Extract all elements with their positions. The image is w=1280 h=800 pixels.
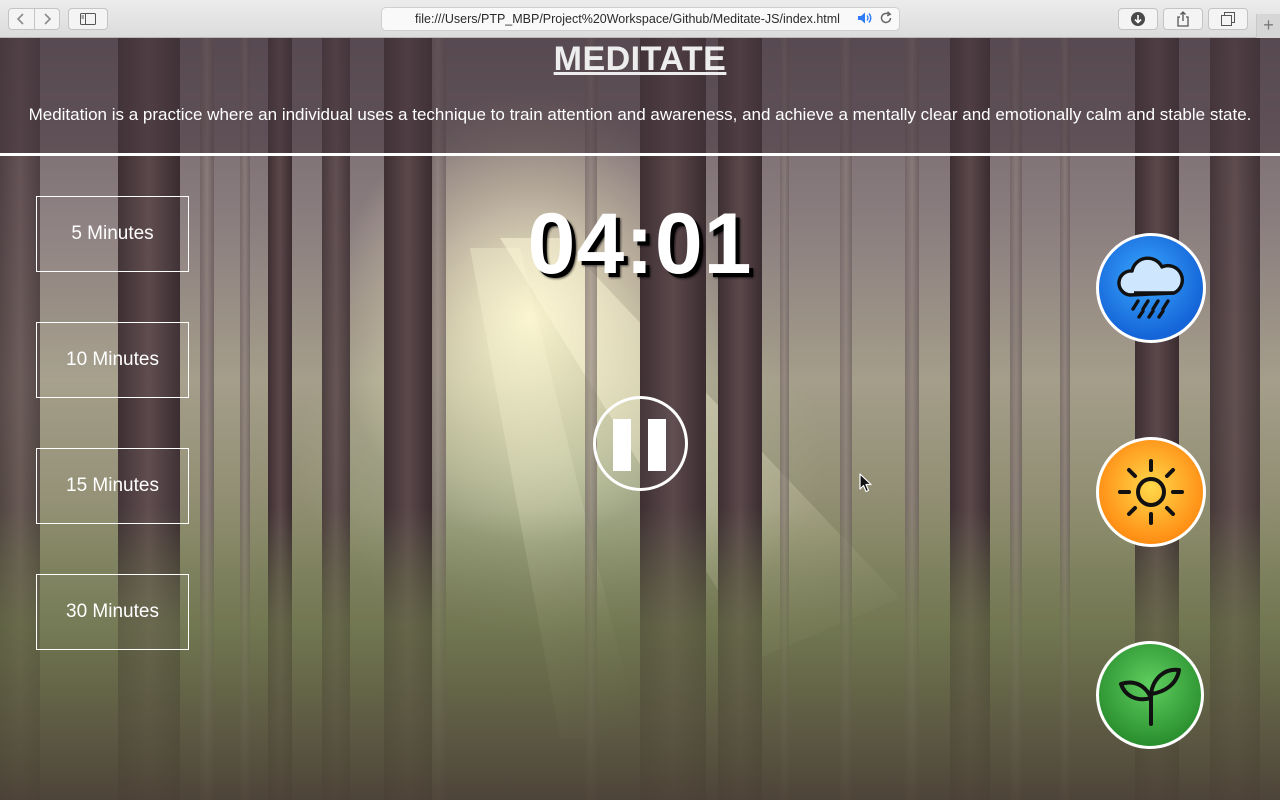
page-title: MEDITATE: [553, 40, 727, 78]
cloud-rain-icon: [1117, 256, 1184, 319]
duration-button-5-minutes[interactable]: 5 Minutes: [36, 196, 189, 272]
header: MEDITATE Meditation is a practice where …: [0, 38, 1280, 156]
page-description: Meditation is a practice where an indivi…: [28, 105, 1252, 124]
sidebar-icon: [80, 13, 96, 25]
back-button[interactable]: [9, 9, 34, 29]
reload-icon[interactable]: [879, 11, 893, 25]
address-bar[interactable]: file:///Users/PTP_MBP/Project%20Workspac…: [381, 7, 900, 31]
sprout-icon: [1119, 667, 1181, 726]
timer-display: 04:01: [527, 196, 753, 292]
rain-sound-button[interactable]: [1096, 233, 1206, 343]
share-icon: [1177, 11, 1189, 27]
new-tab-button[interactable]: +: [1256, 14, 1280, 38]
nav-button-group: [8, 8, 60, 30]
meditation-page: MEDITATE Meditation is a practice where …: [0, 38, 1280, 800]
nature-sound-button[interactable]: [1096, 641, 1204, 749]
tabs-overview-button[interactable]: [1208, 8, 1248, 30]
duration-button-15-minutes[interactable]: 15 Minutes: [36, 448, 189, 524]
duration-button-10-minutes[interactable]: 10 Minutes: [36, 322, 189, 398]
sun-icon: [1118, 459, 1184, 525]
sun-sound-button[interactable]: [1096, 437, 1206, 547]
sidebar-button[interactable]: [68, 8, 108, 30]
chevron-right-icon: [44, 13, 51, 25]
audio-playing-icon[interactable]: [857, 11, 873, 25]
duration-button-30-minutes[interactable]: 30 Minutes: [36, 574, 189, 650]
browser-toolbar: file:///Users/PTP_MBP/Project%20Workspac…: [0, 0, 1280, 38]
forward-button[interactable]: [33, 9, 60, 29]
chevron-left-icon: [17, 13, 24, 25]
play-pause-button[interactable]: [593, 396, 688, 491]
tabs-icon: [1221, 12, 1235, 26]
mouse-cursor-icon: [859, 473, 872, 493]
downloads-button[interactable]: [1118, 8, 1158, 30]
download-icon: [1131, 12, 1145, 26]
share-button[interactable]: [1163, 8, 1203, 30]
